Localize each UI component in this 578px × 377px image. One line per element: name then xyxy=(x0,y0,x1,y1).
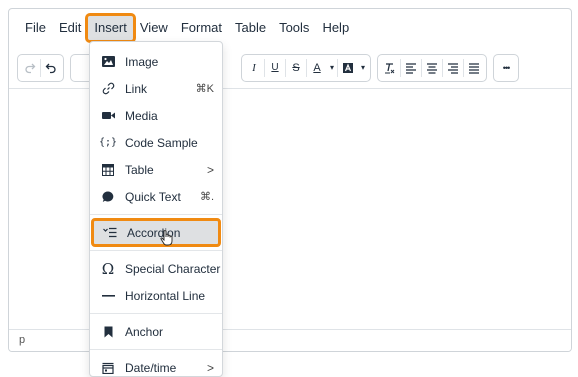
menu-help[interactable]: Help xyxy=(316,16,355,40)
menu-edit[interactable]: Edit xyxy=(53,16,87,40)
align-left-icon xyxy=(406,62,417,74)
menu-item-label: Horizontal Line xyxy=(125,288,206,303)
menu-tools[interactable]: Tools xyxy=(273,16,315,40)
menu-view[interactable]: View xyxy=(134,16,174,40)
text-color-button[interactable]: A xyxy=(307,57,327,79)
menu-item-label: Table xyxy=(125,162,154,177)
special-character-icon: Ω xyxy=(101,259,115,278)
background-color-icon xyxy=(343,62,354,73)
menu-item-label: Anchor xyxy=(125,324,164,339)
element-path[interactable]: p xyxy=(19,334,25,346)
menu-item-code-sample[interactable]: {;} Code Sample xyxy=(90,129,222,156)
underline-button[interactable]: U xyxy=(265,57,285,79)
chevron-right-icon: > xyxy=(206,360,214,375)
align-center-icon xyxy=(427,62,438,74)
undo-icon xyxy=(45,63,56,73)
code-sample-icon: {;} xyxy=(98,137,118,148)
menu-divider xyxy=(90,349,222,350)
undo-button[interactable] xyxy=(41,57,61,79)
clear-formatting-icon xyxy=(385,62,395,73)
text-color-chevron-icon[interactable]: ▾ xyxy=(327,57,337,79)
menu-item-quick-text[interactable]: Quick Text ⌘. xyxy=(90,183,222,210)
media-icon xyxy=(100,108,116,124)
image-icon xyxy=(100,54,116,70)
history-group xyxy=(17,53,64,82)
clear-formatting-button[interactable] xyxy=(380,57,400,79)
chevron-right-icon: > xyxy=(206,162,214,177)
menu-divider xyxy=(90,250,222,251)
quick-text-icon xyxy=(100,189,116,205)
menu-item-label: Image xyxy=(125,54,159,69)
background-color-button[interactable] xyxy=(338,57,358,79)
menu-divider xyxy=(90,214,222,215)
anchor-icon xyxy=(100,324,116,340)
redo-icon xyxy=(25,63,36,73)
menu-item-label: Special Character xyxy=(125,261,221,276)
align-right-icon xyxy=(448,62,459,74)
menu-item-accordion[interactable]: Accordion xyxy=(91,218,221,247)
link-icon xyxy=(100,81,116,97)
hand-cursor-icon xyxy=(160,230,173,246)
menu-item-horizontal-line[interactable]: Horizontal Line xyxy=(90,282,222,309)
horizontal-line-icon xyxy=(100,288,116,304)
justify-button[interactable] xyxy=(464,57,484,79)
menu-file[interactable]: File xyxy=(19,16,52,40)
menu-table[interactable]: Table xyxy=(229,16,272,40)
more-group: ••• xyxy=(493,53,520,82)
align-right-button[interactable] xyxy=(443,57,463,79)
menu-item-label: Code Sample xyxy=(125,135,198,150)
menu-item-date-time[interactable]: Date/time > xyxy=(90,354,222,377)
menu-format[interactable]: Format xyxy=(175,16,228,40)
table-icon xyxy=(100,162,116,178)
align-center-button[interactable] xyxy=(422,57,442,79)
menu-insert[interactable]: Insert xyxy=(85,13,136,43)
strikethrough-button[interactable]: S xyxy=(286,57,306,79)
more-button[interactable]: ••• xyxy=(496,57,516,79)
menu-item-anchor[interactable]: Anchor xyxy=(90,318,222,345)
italic-button[interactable]: I xyxy=(244,57,264,79)
menu-item-media[interactable]: Media xyxy=(90,102,222,129)
menu-item-label: Link xyxy=(125,81,148,96)
background-color-chevron-icon[interactable]: ▾ xyxy=(358,57,368,79)
redo-button[interactable] xyxy=(20,57,40,79)
formatting-group: I U S A ▾ ▾ xyxy=(241,53,372,82)
accordion-icon xyxy=(102,225,118,241)
menu-item-label: Quick Text xyxy=(125,189,181,204)
menu-item-label: Media xyxy=(125,108,158,123)
menu-divider xyxy=(90,313,222,314)
align-left-button[interactable] xyxy=(401,57,421,79)
menu-item-label: Date/time xyxy=(125,360,177,375)
menu-item-special-character[interactable]: Ω Special Character xyxy=(90,255,222,282)
menu-item-image[interactable]: Image xyxy=(90,48,222,75)
insert-menu: Image Link ⌘K Media {;} Code Sample Tabl… xyxy=(89,41,223,377)
shortcut: ⌘. xyxy=(199,191,214,203)
menu-item-link[interactable]: Link ⌘K xyxy=(90,75,222,102)
date-time-icon xyxy=(100,360,116,376)
alignment-group xyxy=(377,53,488,82)
shortcut: ⌘K xyxy=(195,83,214,95)
justify-icon xyxy=(469,62,480,74)
menu-item-table[interactable]: Table > xyxy=(90,156,222,183)
